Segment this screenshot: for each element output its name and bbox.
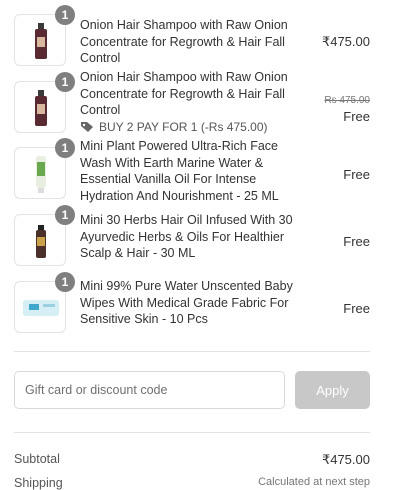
product-price: Free	[343, 301, 370, 316]
promo-label: BUY 2 PAY FOR 1 (-Rs 475.00)	[80, 120, 268, 134]
quantity-badge: 1	[55, 205, 75, 225]
divider	[14, 432, 370, 433]
quantity-badge: 1	[55, 72, 75, 92]
product-name: Onion Hair Shampoo with Raw Onion Concen…	[80, 70, 288, 118]
product-name: Onion Hair Shampoo with Raw Onion Concen…	[80, 18, 288, 66]
product-price: Free	[343, 109, 370, 124]
divider	[14, 351, 370, 352]
product-price: Free	[343, 234, 370, 249]
subtotal-label: Subtotal	[14, 452, 60, 466]
product-price: ₹475.00	[321, 34, 370, 49]
product-thumbnail: 1	[14, 5, 75, 66]
quantity-badge: 1	[55, 272, 75, 292]
product-thumbnail: 1	[14, 272, 75, 333]
product-thumbnail: 1	[14, 138, 75, 199]
product-name: Mini 30 Herbs Hair Oil Infused With 30 A…	[80, 213, 293, 261]
product-name: Mini 99% Pure Water Unscented Baby Wipes…	[80, 279, 293, 327]
promo-text: BUY 2 PAY FOR 1 (-Rs 475.00)	[99, 120, 268, 134]
tag-icon	[81, 122, 93, 132]
apply-discount-button[interactable]: Apply	[295, 371, 370, 409]
quantity-badge: 1	[55, 138, 75, 158]
original-price: Rs 475.00	[324, 95, 370, 106]
discount-code-input[interactable]	[14, 371, 285, 409]
subtotal-value: ₹475.00	[321, 452, 370, 467]
product-name: Mini Plant Powered Ultra-Rich Face Wash …	[80, 139, 279, 203]
shipping-label: Shipping	[14, 476, 63, 490]
product-price: Free	[343, 167, 370, 182]
shipping-value: Calculated at next step	[258, 476, 370, 488]
product-thumbnail: 1	[14, 205, 75, 266]
quantity-badge: 1	[55, 5, 75, 25]
product-thumbnail: 1	[14, 72, 75, 133]
